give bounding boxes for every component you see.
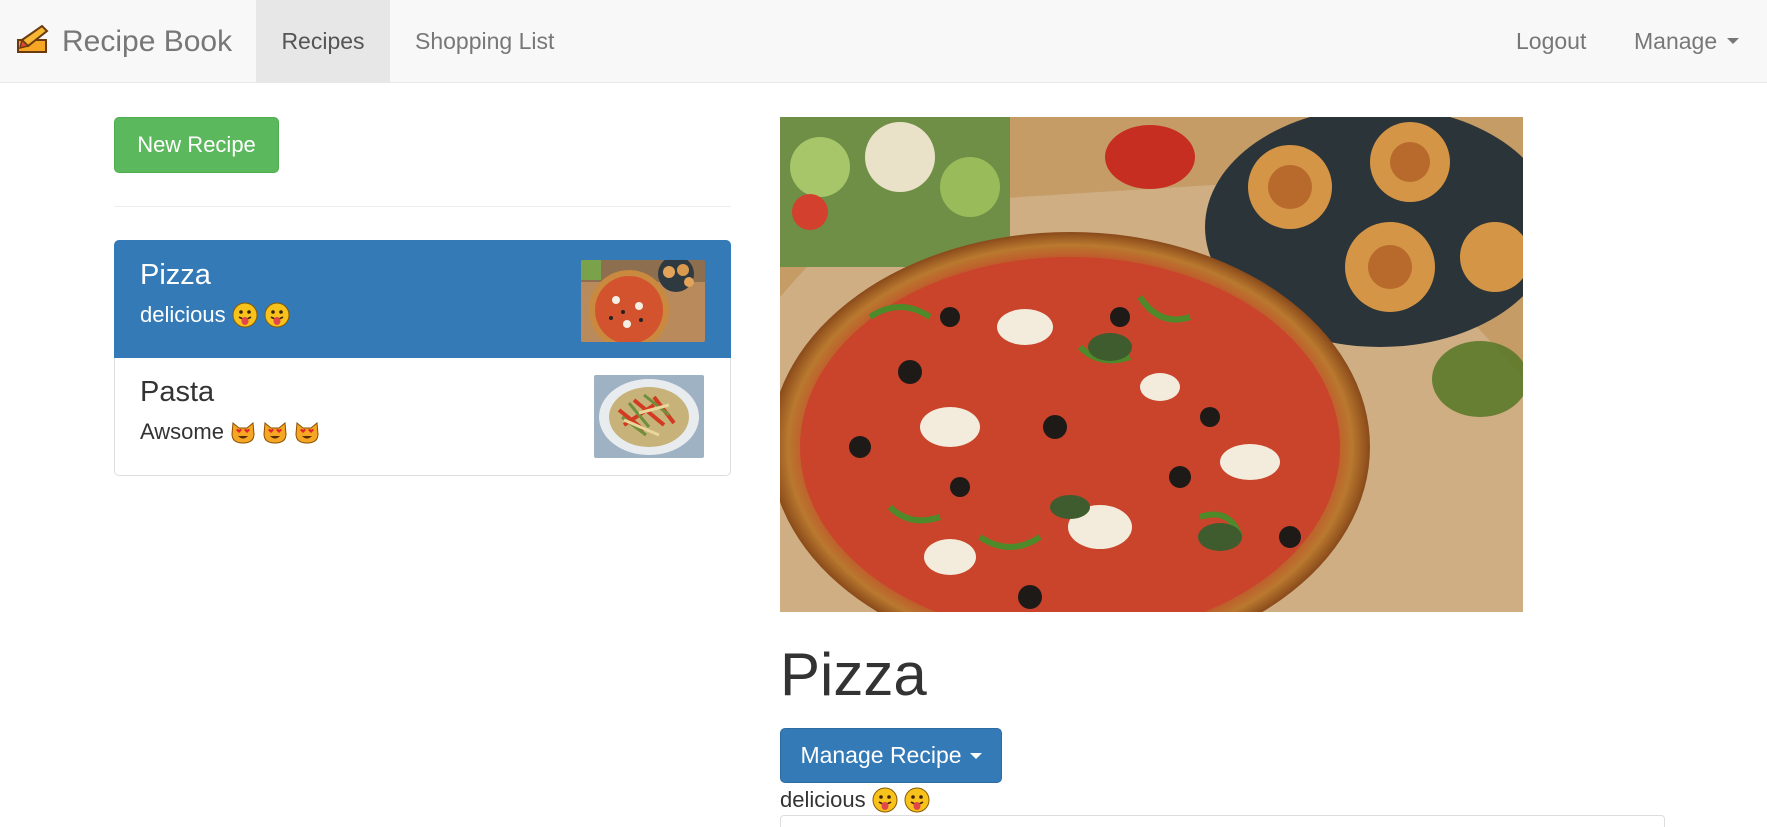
recipe-hero-image bbox=[780, 117, 1523, 612]
nav-shopping-list[interactable]: Shopping List bbox=[415, 0, 554, 82]
divider bbox=[114, 206, 731, 207]
smiling-cat-heart-eyes-icon bbox=[263, 422, 287, 444]
recipe-name: Pizza bbox=[140, 259, 211, 291]
smiling-cat-heart-eyes-icon bbox=[295, 422, 319, 444]
caret-down-icon bbox=[1727, 38, 1740, 44]
nav-manage-dropdown[interactable]: Manage bbox=[1634, 0, 1740, 82]
recipe-description: delicious bbox=[140, 302, 290, 328]
recipe-name: Pasta bbox=[140, 376, 215, 408]
recipe-title: Pizza bbox=[780, 641, 927, 708]
recipe-detail-description-text: delicious bbox=[780, 787, 866, 812]
recipe-detail-description: delicious bbox=[780, 787, 930, 813]
pencil-logo-icon bbox=[16, 24, 50, 59]
caret-down-icon bbox=[969, 752, 982, 759]
ingredients-list-panel bbox=[780, 815, 1665, 827]
recipe-description-text: delicious bbox=[140, 302, 226, 327]
nav-recipes[interactable]: Recipes bbox=[256, 0, 390, 82]
face-with-tongue-icon bbox=[872, 787, 898, 813]
manage-recipe-label: Manage Recipe bbox=[800, 742, 962, 768]
brand[interactable]: Recipe Book bbox=[16, 0, 232, 83]
brand-label: Recipe Book bbox=[62, 24, 233, 58]
face-with-tongue-icon bbox=[232, 302, 258, 328]
recipe-description: Awsome bbox=[140, 419, 320, 445]
face-with-tongue-icon bbox=[904, 787, 930, 813]
smiling-cat-heart-eyes-icon bbox=[231, 422, 255, 444]
pizza-thumbnail-image bbox=[581, 260, 705, 342]
pasta-thumbnail-image bbox=[594, 375, 704, 458]
recipe-list-item-pasta[interactable]: Pasta Awsome bbox=[114, 358, 731, 476]
navbar: Recipe Book Recipes Shopping List Logout… bbox=[0, 0, 1767, 83]
recipe-list-item-pizza[interactable]: Pizza delicious bbox=[114, 240, 731, 358]
nav-manage-label: Manage bbox=[1634, 27, 1718, 54]
face-with-tongue-icon bbox=[264, 302, 290, 328]
recipe-description-text: Awsome bbox=[140, 419, 224, 444]
nav-logout[interactable]: Logout bbox=[1516, 0, 1586, 82]
manage-recipe-button[interactable]: Manage Recipe bbox=[780, 728, 1002, 783]
new-recipe-button[interactable]: New Recipe bbox=[114, 117, 279, 173]
